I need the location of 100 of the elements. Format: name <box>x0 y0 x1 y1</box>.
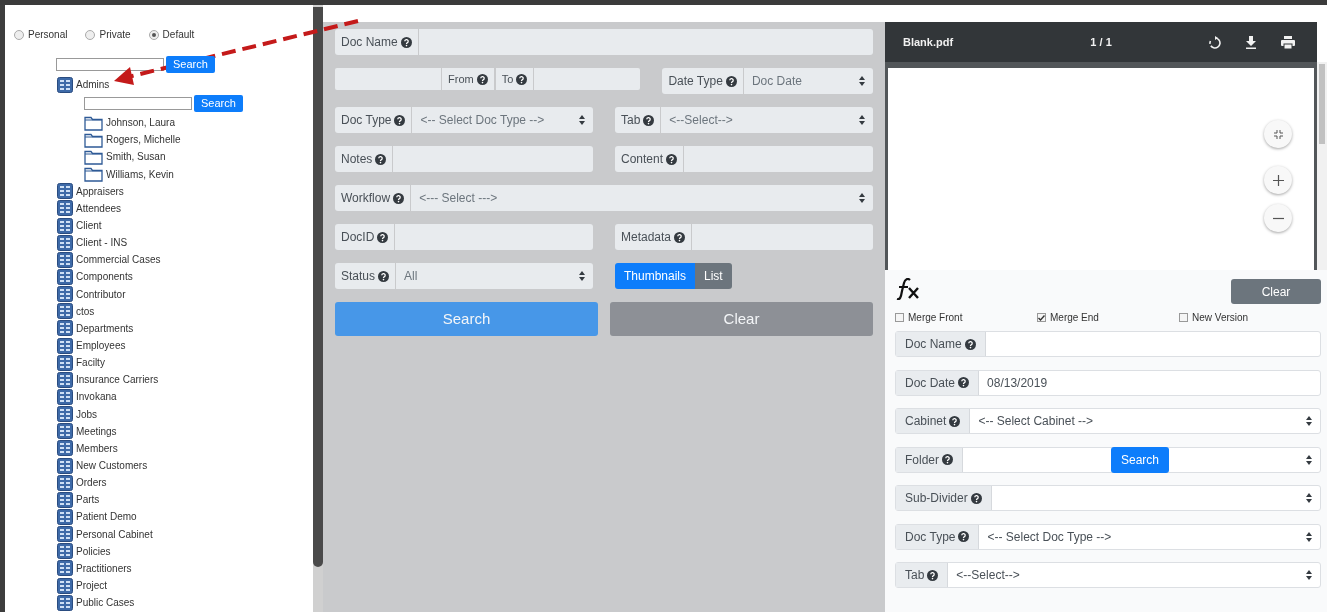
cabinet-icon <box>57 268 73 285</box>
tree-item[interactable]: Client - INS <box>76 235 128 251</box>
tree-item[interactable]: Patient Demo <box>76 509 137 525</box>
tree-item[interactable]: Policies <box>76 543 111 559</box>
search-field[interactable] <box>56 58 164 71</box>
zoom-out-button[interactable] <box>1264 204 1292 232</box>
field-label: Doc Name <box>341 34 398 51</box>
sort-icon <box>859 76 865 86</box>
tree-item[interactable]: Members <box>76 440 118 456</box>
help-icon <box>674 231 686 243</box>
field-label: Tab <box>621 112 641 129</box>
tree-item[interactable]: Insurance Carriers <box>76 372 159 388</box>
function-icon <box>895 278 921 300</box>
cabinet-icon <box>57 76 73 93</box>
page-counter: 1 / 1 <box>1089 34 1113 50</box>
cabinet-icon <box>57 200 73 217</box>
checkbox-label: Merge Front <box>908 311 963 325</box>
tree-item[interactable]: Employees <box>76 338 126 354</box>
plus-icon <box>1272 174 1284 186</box>
help-icon <box>375 153 387 165</box>
folder-icon <box>84 114 103 131</box>
sort-icon <box>579 271 585 281</box>
print-icon[interactable] <box>1281 35 1295 49</box>
tree-item[interactable]: Client <box>76 218 102 234</box>
tree-item[interactable]: Personal Cabinet <box>76 526 153 542</box>
checkbox[interactable] <box>895 313 904 322</box>
cabinet-icon <box>57 354 73 371</box>
search-button[interactable]: Search <box>194 95 243 113</box>
fit-button[interactable] <box>1264 120 1292 148</box>
tree-item[interactable]: Meetings <box>76 423 117 439</box>
help-icon <box>516 73 528 85</box>
rotate-icon[interactable] <box>1209 35 1221 49</box>
folder-icon <box>84 149 103 165</box>
tree-item[interactable]: Contributor <box>76 286 126 302</box>
radio-button[interactable] <box>14 29 24 40</box>
cabinet-icon <box>57 183 73 200</box>
tree-item[interactable]: Parts <box>76 492 100 508</box>
radio-label: Default <box>162 28 195 42</box>
cabinet-icon <box>57 440 73 457</box>
radio-label: Personal <box>28 28 68 42</box>
checkbox[interactable] <box>1179 313 1188 322</box>
clear-button[interactable]: Clear <box>1231 279 1321 304</box>
tree-item[interactable]: Project <box>76 578 108 593</box>
field-label: DocID <box>341 229 375 246</box>
field-label: Notes <box>341 151 373 168</box>
cabinet-icon <box>57 423 73 440</box>
radio-label: Private <box>99 28 131 42</box>
tree-item[interactable]: Attendees <box>76 200 122 216</box>
tree-item[interactable]: ctos <box>76 303 95 319</box>
checkbox[interactable] <box>1037 313 1046 322</box>
view-toggle[interactable]: Thumbnails <box>615 263 696 289</box>
tree-item[interactable]: Johnson, Laura <box>106 115 175 131</box>
search-button[interactable]: Search <box>166 56 215 73</box>
folder-icon <box>84 166 103 183</box>
field-label: To <box>501 71 514 87</box>
tree-item[interactable]: New Customers <box>76 458 148 473</box>
scrollbar[interactable] <box>1317 62 1327 270</box>
search-field[interactable] <box>84 97 192 111</box>
file-name: Blank.pdf <box>903 34 954 50</box>
radio-button[interactable] <box>85 29 96 40</box>
select-field[interactable]: <-- Select Doc Type --> <box>412 107 593 133</box>
tree-item[interactable]: Practitioners <box>76 560 132 576</box>
tree-item[interactable]: Public Cases <box>76 595 135 611</box>
help-icon <box>725 75 737 87</box>
tree-item[interactable]: Facilty <box>76 355 105 371</box>
tree-item[interactable]: Appraisers <box>76 183 124 199</box>
tree-item[interactable]: Jobs <box>76 406 98 422</box>
tree-item[interactable]: Departments <box>76 320 134 336</box>
scrollbar[interactable] <box>313 5 323 612</box>
select-field[interactable]: <--- Select ---> <box>411 185 873 211</box>
field-label: Doc Type <box>341 112 392 129</box>
tree-item[interactable]: Orders <box>76 475 107 491</box>
select-field[interactable]: <--Select--> <box>661 107 873 133</box>
cabinet-icon <box>57 543 73 560</box>
cabinet-icon <box>57 303 73 320</box>
select-field[interactable]: All <box>396 263 593 289</box>
cabinet-icon <box>57 217 73 234</box>
tree-item[interactable]: Smith, Susan <box>106 149 166 165</box>
tree-item[interactable]: Components <box>76 269 133 285</box>
tree-item[interactable]: Commercial Cases <box>76 252 161 268</box>
sort-icon <box>859 115 865 125</box>
tree-item[interactable]: Admins <box>76 77 110 93</box>
help-icon <box>394 114 406 126</box>
field-label: From <box>448 71 474 87</box>
view-toggle[interactable]: List <box>695 263 732 289</box>
cabinet-icon <box>57 577 73 594</box>
cabinet-icon <box>57 508 73 525</box>
cabinet-icon <box>57 560 73 577</box>
tree-item[interactable]: Rogers, Michelle <box>106 132 181 148</box>
sort-icon <box>859 193 865 203</box>
cabinet-icon <box>57 457 73 474</box>
radio-button[interactable] <box>148 29 159 40</box>
help-icon <box>378 270 390 282</box>
zoom-in-button[interactable] <box>1264 166 1292 194</box>
select-field[interactable]: Doc Date <box>743 68 873 94</box>
download-icon[interactable] <box>1245 35 1257 49</box>
tree-item[interactable]: Williams, Kevin <box>106 166 174 182</box>
tree-item[interactable]: Invokana <box>76 389 117 405</box>
cabinet-icon <box>57 491 73 508</box>
help-icon <box>643 114 655 126</box>
